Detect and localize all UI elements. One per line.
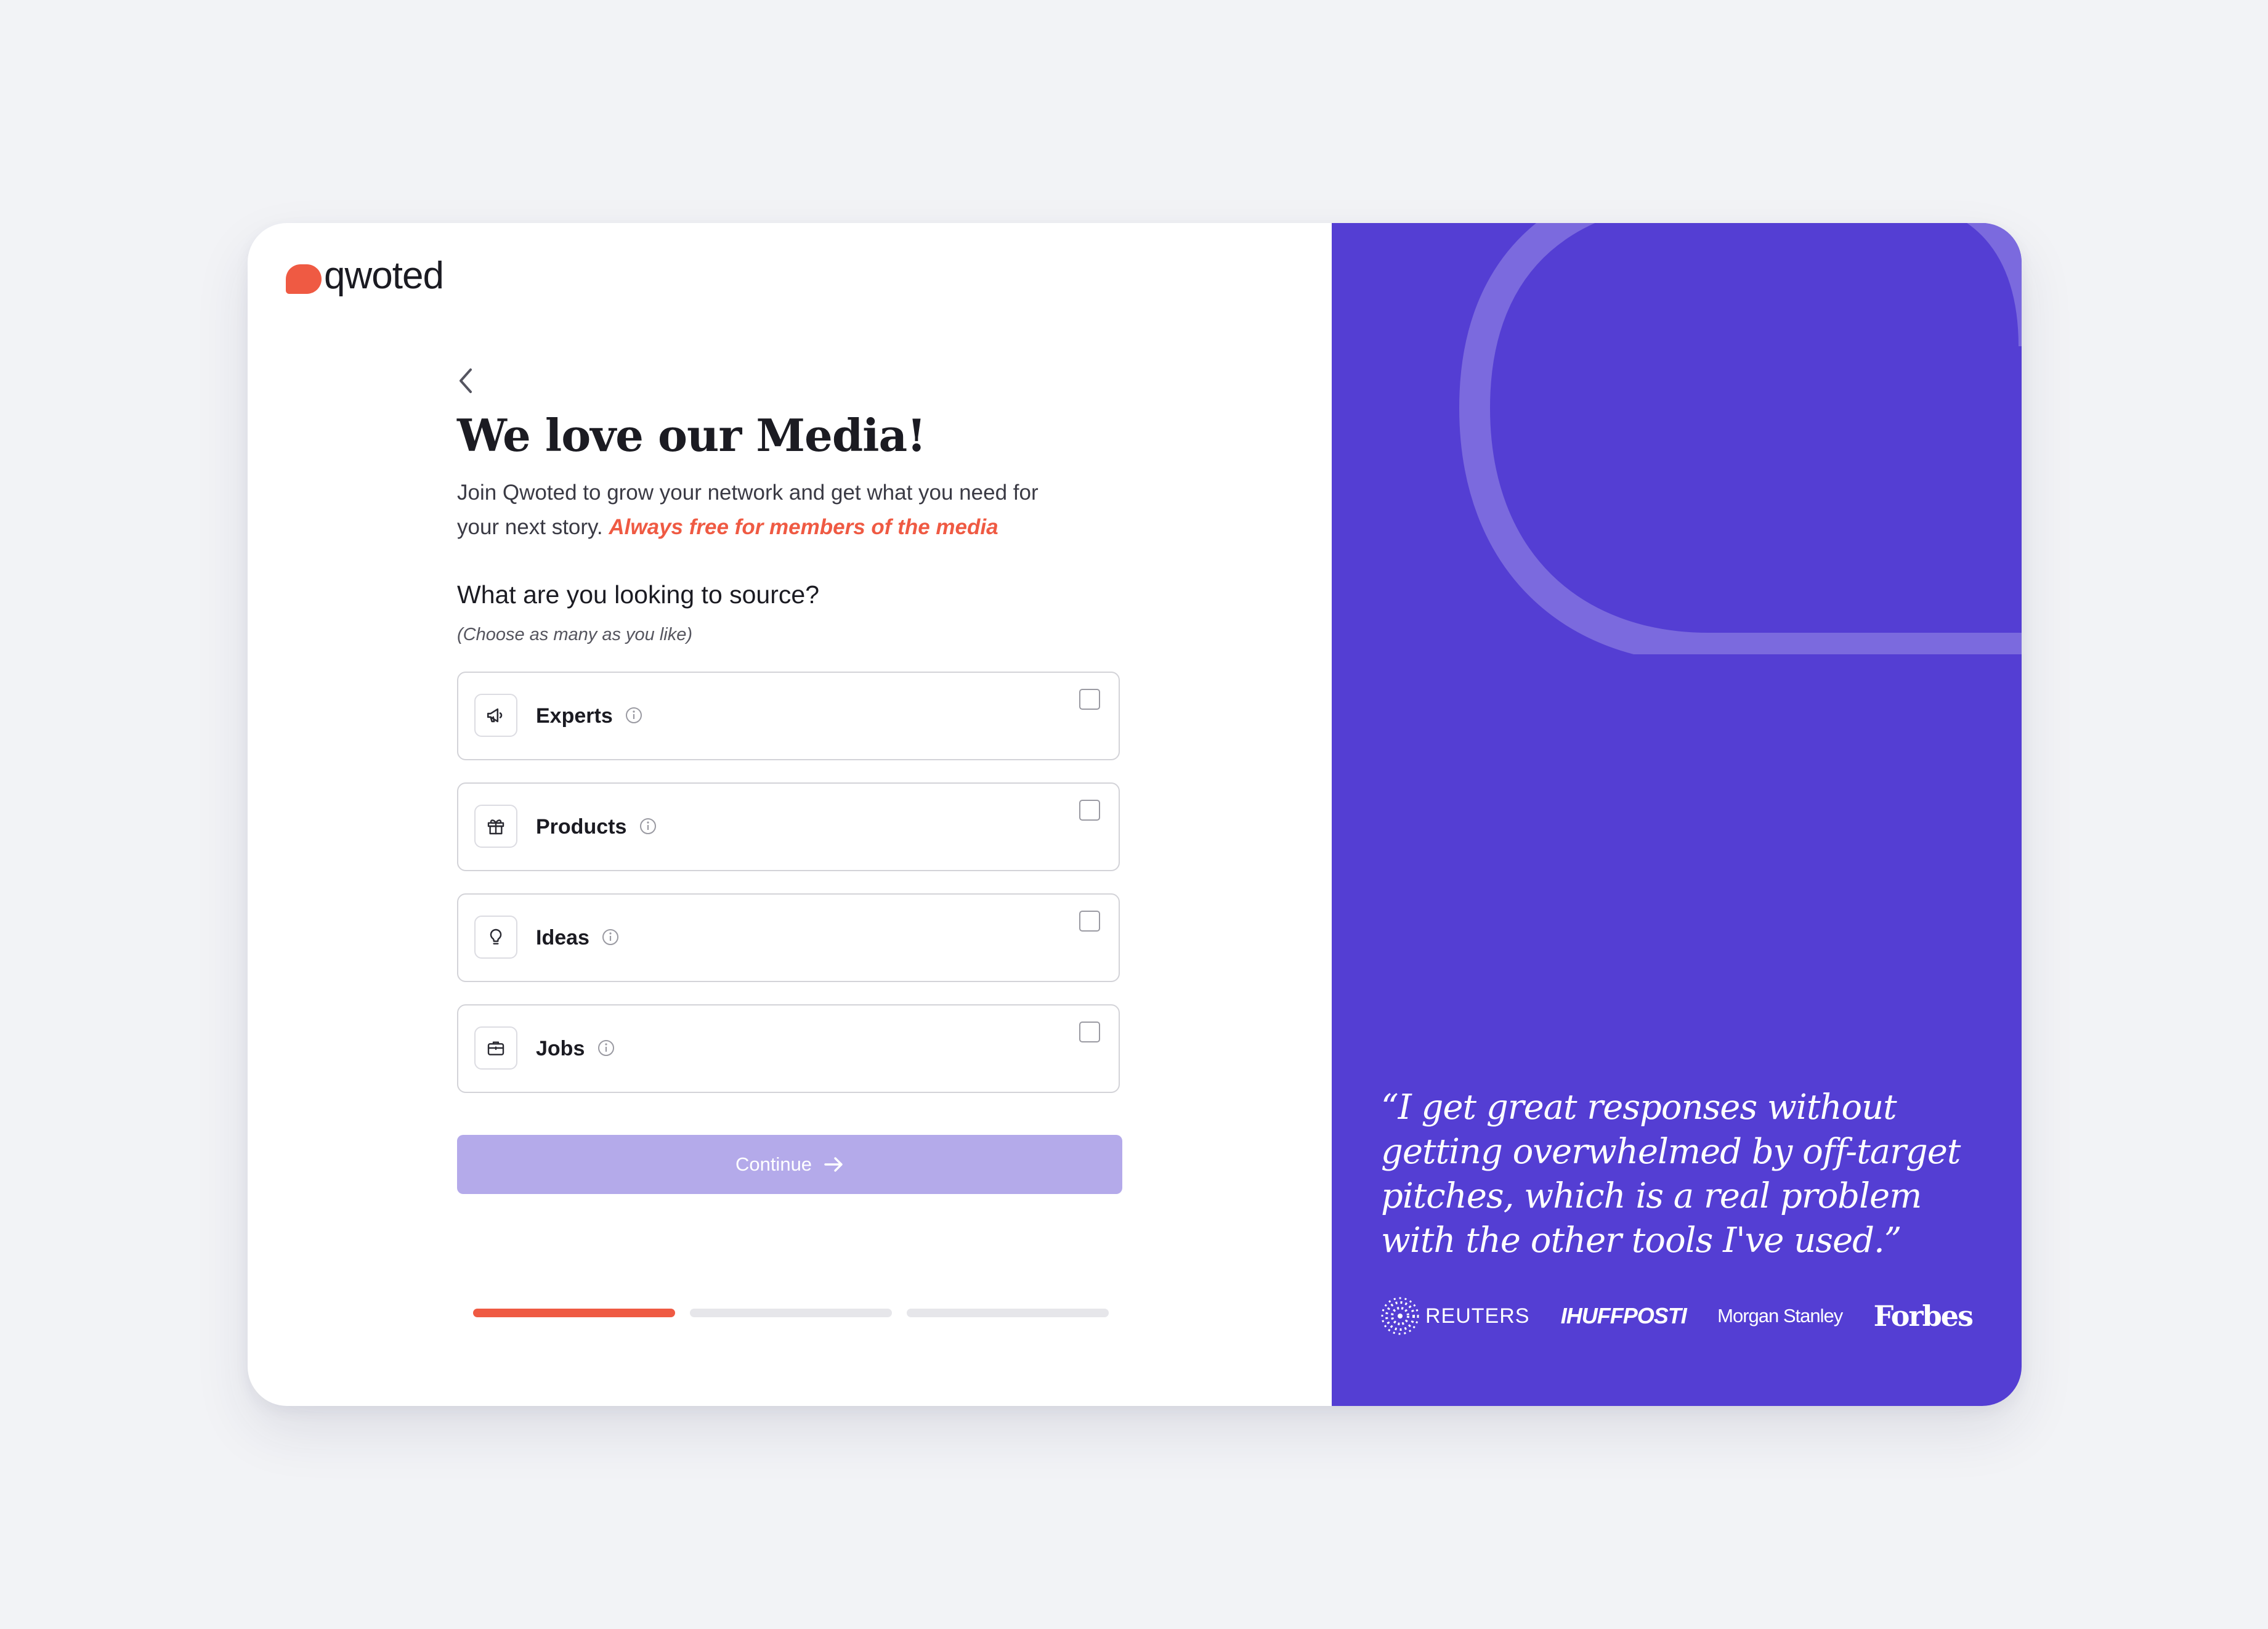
morgan-stanley-logo: Morgan Stanley — [1717, 1305, 1843, 1326]
forbes-logo: Forbes — [1873, 1299, 1974, 1333]
option-ideas[interactable]: Ideas — [457, 893, 1120, 982]
progress-step-3 — [907, 1309, 1109, 1317]
logo-text: qwoted — [324, 254, 444, 297]
info-icon[interactable] — [625, 706, 643, 725]
arrow-right-icon — [824, 1157, 843, 1172]
reuters-text: REUTERS — [1425, 1304, 1530, 1328]
signup-card: qwoted We love our Media! Join Qwoted to… — [248, 223, 2022, 1406]
huffpost-logo: IHUFFPOSTI — [1560, 1303, 1687, 1328]
option-jobs[interactable]: Jobs — [457, 1004, 1120, 1093]
continue-button[interactable]: Continue — [457, 1135, 1122, 1194]
chevron-left-icon — [460, 368, 472, 393]
form-panel: qwoted We love our Media! Join Qwoted to… — [248, 223, 1332, 1406]
lightbulb-icon — [474, 916, 517, 959]
source-question: What are you looking to source? — [457, 580, 819, 609]
continue-label: Continue — [735, 1153, 812, 1175]
reuters-logo: REUTERS — [1381, 1297, 1529, 1335]
option-text: Jobs — [536, 1037, 585, 1060]
briefcase-icon — [474, 1026, 517, 1070]
option-label-ideas: Ideas — [536, 895, 620, 981]
info-icon[interactable] — [601, 928, 620, 946]
speech-bubble-decoration — [1459, 223, 2022, 654]
products-checkbox[interactable] — [1079, 800, 1100, 821]
option-label-jobs: Jobs — [536, 1005, 615, 1092]
back-button[interactable] — [457, 362, 482, 399]
info-icon[interactable] — [597, 1039, 615, 1057]
progress-step-2 — [690, 1309, 892, 1317]
qwoted-logo[interactable]: qwoted — [286, 254, 444, 298]
experts-checkbox[interactable] — [1079, 689, 1100, 710]
option-text: Experts — [536, 704, 613, 728]
testimonial-panel: “I get great responses without getting o… — [1332, 223, 2022, 1406]
choose-hint: (Choose as many as you like) — [457, 625, 692, 644]
speech-bubble-logo-icon — [286, 264, 322, 294]
subtitle-accent: Always free for members of the media — [609, 515, 998, 539]
jobs-checkbox[interactable] — [1079, 1022, 1100, 1042]
option-text: Ideas — [536, 926, 589, 949]
option-products[interactable]: Products — [457, 782, 1120, 871]
option-experts[interactable]: Experts — [457, 672, 1120, 760]
ideas-checkbox[interactable] — [1079, 911, 1100, 932]
option-label-experts: Experts — [536, 673, 643, 759]
gift-icon — [474, 805, 517, 848]
option-text: Products — [536, 815, 627, 839]
info-icon[interactable] — [639, 817, 657, 835]
progress-step-1 — [473, 1309, 675, 1317]
page-title: We love our Media! — [457, 409, 926, 461]
page-subtitle: Join Qwoted to grow your network and get… — [457, 476, 1073, 545]
press-logos: REUTERS IHUFFPOSTI Morgan Stanley Forbes — [1381, 1297, 1974, 1335]
megaphone-icon — [474, 694, 517, 737]
reuters-dots-icon — [1381, 1297, 1419, 1335]
step-progress — [473, 1309, 1109, 1317]
option-label-products: Products — [536, 784, 657, 870]
testimonial-quote: “I get great responses without getting o… — [1381, 1087, 1961, 1261]
